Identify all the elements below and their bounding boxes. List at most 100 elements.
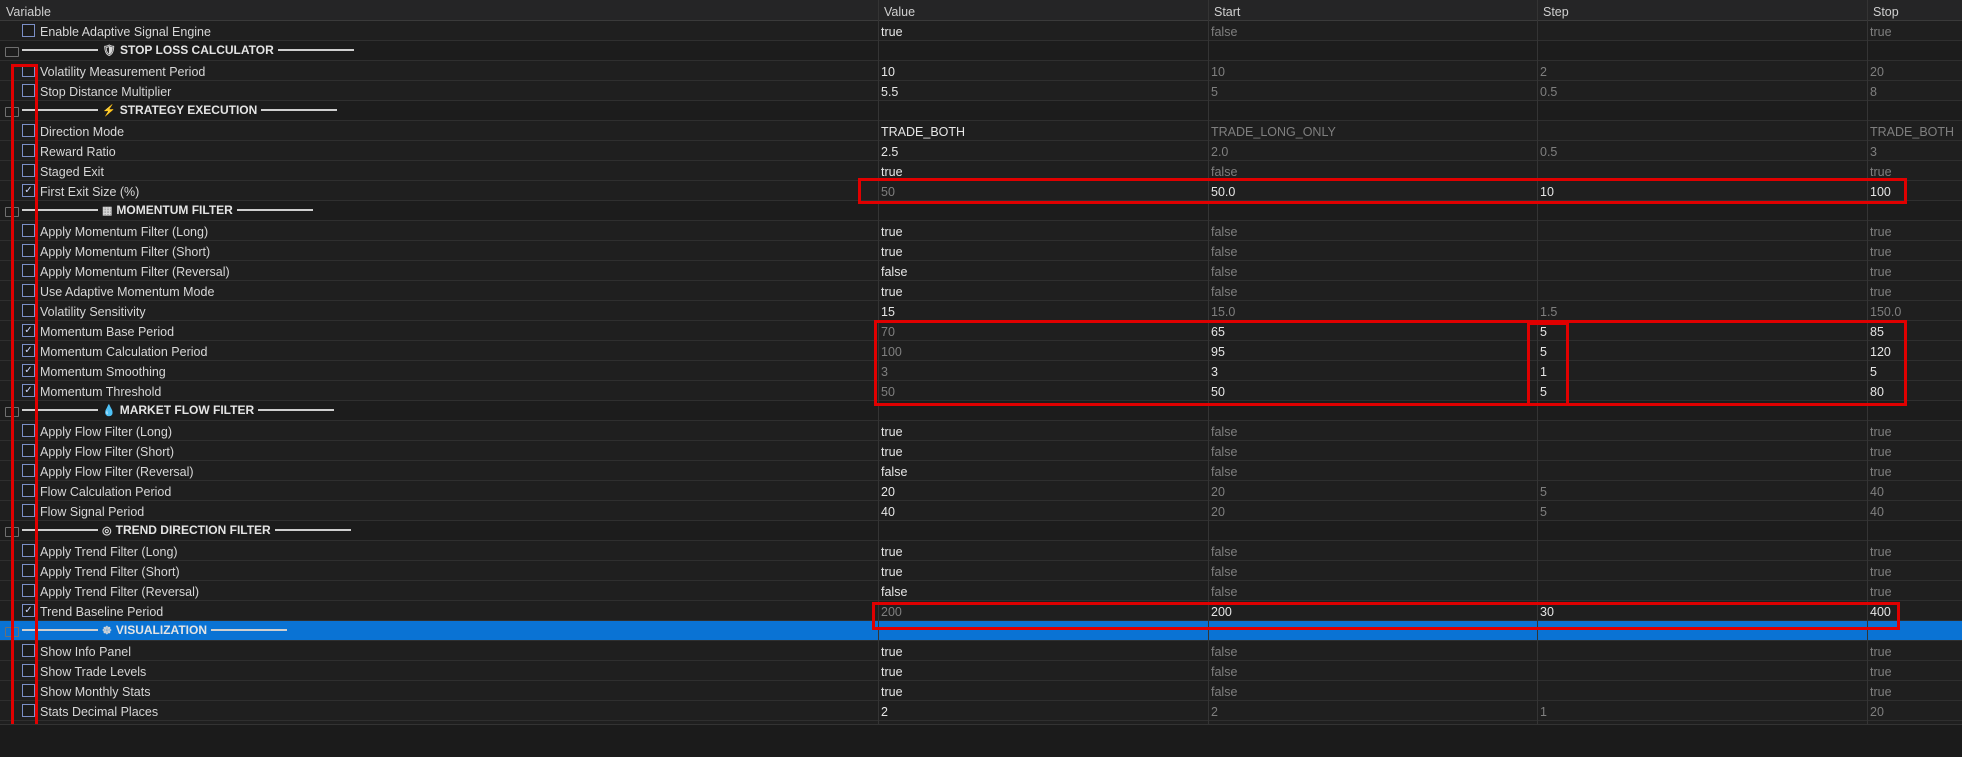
- cell-stop[interactable]: true: [1870, 165, 1892, 179]
- cell-start[interactable]: 95: [1211, 345, 1225, 359]
- cell-stop[interactable]: true: [1870, 25, 1892, 39]
- cell-value[interactable]: true: [881, 665, 903, 679]
- optimize-checkbox[interactable]: [22, 304, 35, 317]
- cell-value[interactable]: true: [881, 425, 903, 439]
- parameter-row[interactable]: Reward Ratio 2.5 2.0 0.5 3: [0, 141, 1962, 161]
- parameter-row[interactable]: Enable Adaptive Signal Engine true false tr…: [0, 21, 1962, 41]
- cell-stop[interactable]: 400: [1870, 605, 1891, 619]
- parameter-row[interactable]: Show Trade Levels true false true: [0, 661, 1962, 681]
- optimize-checkbox[interactable]: [22, 164, 35, 177]
- cell-start[interactable]: false: [1211, 285, 1237, 299]
- cell-value[interactable]: false: [881, 585, 907, 599]
- parameter-row[interactable]: Direction Mode TRADE_BOTH TRADE_LONG_ONLY T…: [0, 121, 1962, 141]
- cell-stop[interactable]: 40: [1870, 505, 1884, 519]
- cell-start[interactable]: 5: [1211, 85, 1218, 99]
- cell-value[interactable]: true: [881, 445, 903, 459]
- cell-stop[interactable]: true: [1870, 585, 1892, 599]
- cell-stop[interactable]: 80: [1870, 385, 1884, 399]
- parameter-row[interactable]: Apply Flow Filter (Short) true false true: [0, 441, 1962, 461]
- cell-start[interactable]: 65: [1211, 325, 1225, 339]
- parameter-row[interactable]: ✓ Momentum Smoothing 3 3 1 5: [0, 361, 1962, 381]
- cell-step[interactable]: 1: [1540, 705, 1547, 719]
- cell-start[interactable]: 15.0: [1211, 305, 1235, 319]
- cell-value[interactable]: false: [881, 265, 907, 279]
- cell-step[interactable]: 5: [1540, 485, 1547, 499]
- cell-stop[interactable]: true: [1870, 665, 1892, 679]
- section-header-row[interactable]: 💧 MARKET FLOW FILTER: [0, 401, 1962, 421]
- section-header-row[interactable]: 🛡 STOP LOSS CALCULATOR: [0, 41, 1962, 61]
- cell-value[interactable]: false: [881, 465, 907, 479]
- parameter-row[interactable]: Volatility Sensitivity 15 15.0 1.5 150.0: [0, 301, 1962, 321]
- optimize-checkbox[interactable]: ✓: [22, 604, 35, 617]
- cell-value[interactable]: true: [881, 285, 903, 299]
- column-divider[interactable]: [878, 0, 879, 724]
- parameter-row[interactable]: ✓ Momentum Threshold 50 50 5 80: [0, 381, 1962, 401]
- cell-stop[interactable]: 150.0: [1870, 305, 1901, 319]
- cell-value[interactable]: 3: [881, 365, 888, 379]
- cell-stop[interactable]: 20: [1870, 65, 1884, 79]
- optimize-checkbox[interactable]: ✓: [22, 364, 35, 377]
- cell-start[interactable]: false: [1211, 685, 1237, 699]
- cell-start[interactable]: false: [1211, 445, 1237, 459]
- optimize-checkbox[interactable]: [22, 684, 35, 697]
- cell-value[interactable]: true: [881, 165, 903, 179]
- optimize-checkbox[interactable]: [22, 644, 35, 657]
- cell-value[interactable]: 10: [881, 65, 895, 79]
- optimize-checkbox[interactable]: [22, 64, 35, 77]
- folder-icon[interactable]: [5, 407, 19, 417]
- parameter-row[interactable]: Show Monthly Stats true false true: [0, 681, 1962, 701]
- cell-stop[interactable]: true: [1870, 265, 1892, 279]
- cell-start[interactable]: 20: [1211, 485, 1225, 499]
- optimize-checkbox[interactable]: [22, 124, 35, 137]
- optimize-checkbox[interactable]: [22, 84, 35, 97]
- column-header-start[interactable]: Start: [1214, 5, 1240, 19]
- optimize-checkbox[interactable]: ✓: [22, 184, 35, 197]
- cell-value[interactable]: true: [881, 245, 903, 259]
- optimize-checkbox[interactable]: [22, 444, 35, 457]
- cell-stop[interactable]: 5: [1870, 365, 1877, 379]
- parameter-row[interactable]: Use Adaptive Momentum Mode true false true: [0, 281, 1962, 301]
- optimize-checkbox[interactable]: [22, 584, 35, 597]
- cell-step[interactable]: 5: [1540, 345, 1547, 359]
- parameter-row[interactable]: ✓ Trend Baseline Period 200 200 30 400: [0, 601, 1962, 621]
- cell-value[interactable]: 2: [881, 705, 888, 719]
- optimize-checkbox[interactable]: [22, 224, 35, 237]
- optimize-checkbox[interactable]: [22, 564, 35, 577]
- cell-value[interactable]: 50: [881, 385, 895, 399]
- cell-stop[interactable]: true: [1870, 565, 1892, 579]
- cell-step[interactable]: 0.5: [1540, 145, 1557, 159]
- cell-start[interactable]: false: [1211, 165, 1237, 179]
- section-header-row[interactable]: ⚡ STRATEGY EXECUTION: [0, 101, 1962, 121]
- cell-start[interactable]: false: [1211, 245, 1237, 259]
- cell-stop[interactable]: true: [1870, 245, 1892, 259]
- optimize-checkbox[interactable]: [22, 144, 35, 157]
- cell-stop[interactable]: 40: [1870, 485, 1884, 499]
- cell-start[interactable]: false: [1211, 265, 1237, 279]
- cell-value[interactable]: true: [881, 645, 903, 659]
- cell-value[interactable]: true: [881, 225, 903, 239]
- parameter-row[interactable]: ✓ Momentum Base Period 70 65 5 85: [0, 321, 1962, 341]
- parameter-row[interactable]: Show Info Panel true false true: [0, 641, 1962, 661]
- optimize-checkbox[interactable]: [22, 464, 35, 477]
- cell-value[interactable]: 5.5: [881, 85, 898, 99]
- cell-value[interactable]: true: [881, 545, 903, 559]
- optimize-checkbox[interactable]: [22, 264, 35, 277]
- column-header-stop[interactable]: Stop: [1873, 5, 1899, 19]
- cell-start[interactable]: 50.0: [1211, 185, 1235, 199]
- parameter-row[interactable]: Flow Calculation Period 20 20 5 40: [0, 481, 1962, 501]
- cell-start[interactable]: false: [1211, 465, 1237, 479]
- parameter-row[interactable]: Apply Trend Filter (Long) true false true: [0, 541, 1962, 561]
- folder-icon[interactable]: [5, 47, 19, 57]
- folder-icon[interactable]: [5, 207, 19, 217]
- section-header-row[interactable]: ☸ VISUALIZATION: [0, 621, 1962, 641]
- cell-stop[interactable]: 120: [1870, 345, 1891, 359]
- column-header-step[interactable]: Step: [1543, 5, 1569, 19]
- optimize-checkbox[interactable]: [22, 664, 35, 677]
- cell-start[interactable]: 10: [1211, 65, 1225, 79]
- cell-stop[interactable]: TRADE_BOTH: [1870, 125, 1954, 139]
- parameter-row[interactable]: Stats Decimal Places 2 2 1 20: [0, 701, 1962, 721]
- parameter-row[interactable]: Apply Flow Filter (Reversal) false false tr…: [0, 461, 1962, 481]
- optimize-checkbox[interactable]: ✓: [22, 324, 35, 337]
- cell-start[interactable]: false: [1211, 25, 1237, 39]
- cell-value[interactable]: 50: [881, 185, 895, 199]
